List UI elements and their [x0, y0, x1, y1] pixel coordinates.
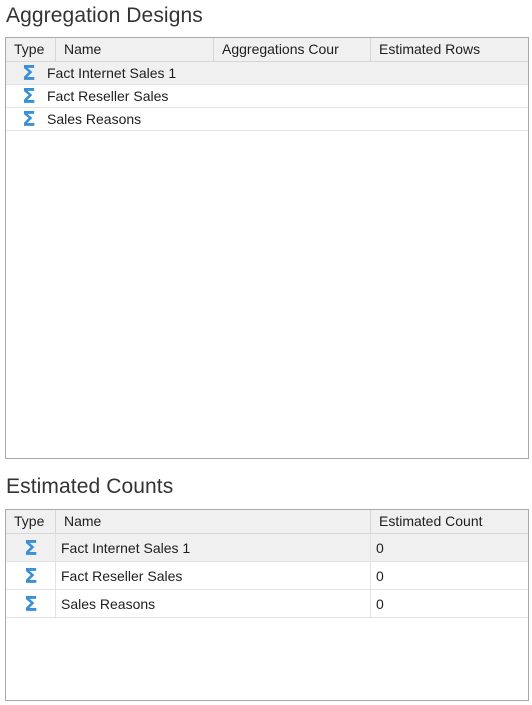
- grid-header: Type Name Estimated Count: [6, 510, 528, 534]
- row-estimated-count: 0: [376, 567, 384, 584]
- table-row[interactable]: Σ Fact Internet Sales 1 0: [6, 534, 528, 562]
- sigma-icon: Σ: [24, 535, 38, 560]
- column-header-estimated-rows[interactable]: Estimated Rows: [371, 38, 528, 61]
- column-header-name[interactable]: Name: [56, 510, 371, 533]
- row-name: Fact Internet Sales 1: [56, 534, 371, 561]
- estimated-counts-grid[interactable]: Type Name Estimated Count Σ Fact Interne…: [5, 509, 529, 701]
- column-header-type[interactable]: Type: [6, 510, 56, 533]
- table-row[interactable]: Σ Sales Reasons: [6, 108, 528, 131]
- row-name: Fact Internet Sales 1: [47, 65, 177, 81]
- column-header-aggregations-count[interactable]: Aggregations Cour: [214, 38, 371, 61]
- table-row[interactable]: Σ Fact Reseller Sales 0: [6, 562, 528, 590]
- row-estimated-count: 0: [376, 595, 384, 612]
- sigma-icon: Σ: [24, 563, 38, 588]
- table-row[interactable]: Σ Sales Reasons 0: [6, 590, 528, 618]
- row-name: Fact Reseller Sales: [47, 88, 169, 104]
- estimated-counts-title: Estimated Counts: [6, 475, 174, 498]
- row-name: Fact Reseller Sales: [56, 562, 371, 589]
- aggregation-designs-grid[interactable]: Type Name Aggregations Cour Estimated Ro…: [5, 37, 529, 459]
- row-name: Sales Reasons: [56, 590, 371, 617]
- aggregation-designs-title: Aggregation Designs: [6, 4, 203, 27]
- grid-header: Type Name Aggregations Cour Estimated Ro…: [6, 38, 528, 62]
- table-row[interactable]: Σ Fact Internet Sales 1: [6, 62, 528, 85]
- sigma-icon: Σ: [22, 107, 36, 131]
- column-header-type[interactable]: Type: [6, 38, 56, 61]
- table-row[interactable]: Σ Fact Reseller Sales: [6, 85, 528, 108]
- column-header-name[interactable]: Name: [56, 38, 214, 61]
- row-name: Sales Reasons: [47, 111, 142, 127]
- sigma-icon: Σ: [24, 591, 38, 616]
- sigma-icon: Σ: [22, 61, 36, 85]
- sigma-icon: Σ: [22, 84, 36, 108]
- row-estimated-count: 0: [376, 539, 384, 556]
- column-header-estimated-count[interactable]: Estimated Count: [371, 510, 528, 533]
